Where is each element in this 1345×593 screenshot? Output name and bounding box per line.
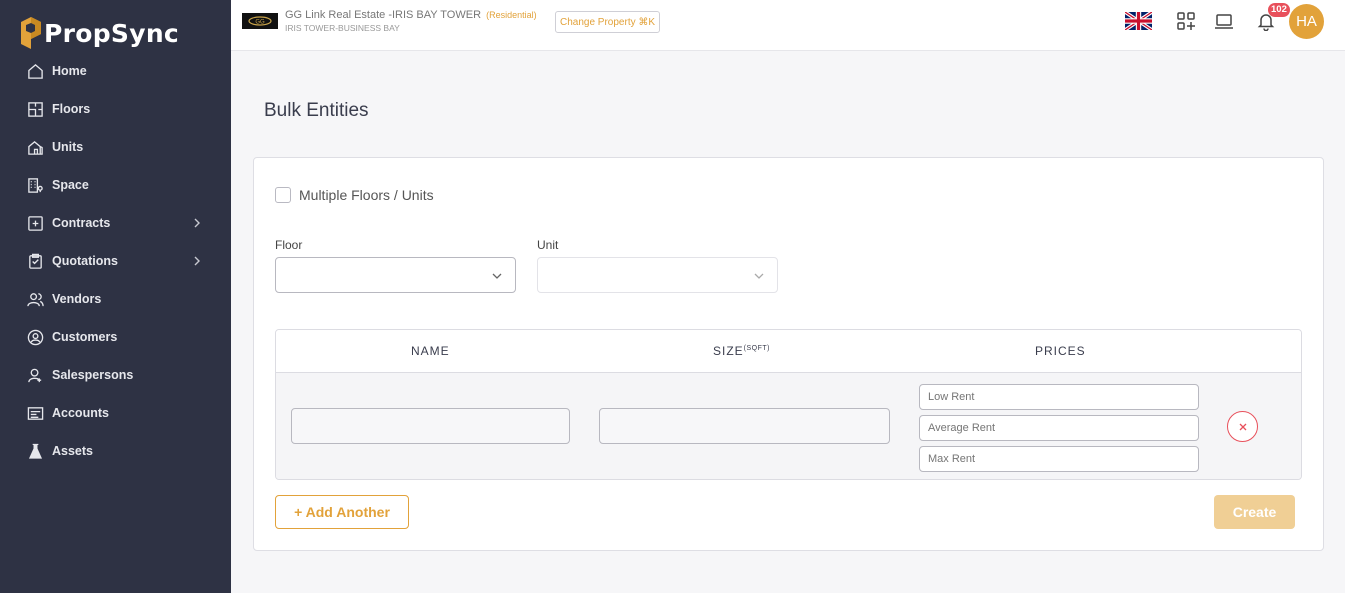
assets-icon [26,442,44,460]
contracts-icon [26,214,44,232]
sidebar-item-label: Vendors [52,292,102,306]
multiple-floors-units-checkbox[interactable] [275,187,291,203]
property-title: GG Link Real Estate -IRIS BAY TOWER (Res… [285,9,537,21]
sidebar-item-label: Accounts [52,406,109,420]
low-rent-input[interactable] [919,384,1199,410]
vendors-icon [26,290,44,308]
sidebar-item-assets[interactable]: Assets [0,432,231,470]
floor-label: Floor [275,238,303,252]
multiple-floors-units-label: Multiple Floors / Units [299,187,434,203]
app-name: PropSync [44,18,180,48]
sidebar-item-label: Salespersons [52,368,134,382]
average-rent-input[interactable] [919,415,1199,441]
add-another-button[interactable]: + Add Another [275,495,409,529]
floors-icon [26,100,44,118]
prices-column-header: PRICES [1035,344,1086,358]
property-subtitle: IRIS TOWER-BUSINESS BAY [285,23,400,33]
salespersons-icon [26,366,44,384]
svg-text:GG: GG [255,20,265,26]
laptop-icon[interactable] [1213,10,1235,32]
sidebar-item-accounts[interactable]: Accounts [0,394,231,432]
sidebar-item-label: Quotations [52,254,118,268]
quotations-icon [26,252,44,270]
remove-row-button[interactable] [1227,411,1258,442]
name-input[interactable] [291,408,570,444]
notification-badge: 102 [1268,3,1290,17]
sidebar-item-label: Home [52,64,87,78]
property-name: GG Link Real Estate -IRIS BAY TOWER [285,9,482,21]
size-column-header: SIZE(SQFT) [713,344,770,358]
customers-icon [26,328,44,346]
chevron-right-icon [194,218,200,228]
create-button[interactable]: Create [1214,495,1295,529]
property-logo: GG [242,13,278,29]
uk-flag-icon[interactable] [1125,12,1152,30]
table-row [276,373,1301,479]
change-property-button[interactable]: Change Property ⌘K [555,11,661,33]
sidebar-item-label: Contracts [52,216,111,230]
sidebar-item-salespersons[interactable]: Salespersons [0,356,231,394]
sidebar-item-quotations[interactable]: Quotations [0,242,231,280]
chevron-down-icon [754,273,764,279]
sidebar-item-space[interactable]: Space [0,166,231,204]
sidebar-item-label: Units [52,140,84,154]
size-unit: (SQFT) [743,345,770,352]
accounts-icon [26,404,44,422]
chevron-down-icon [492,273,502,279]
size-input[interactable] [599,408,890,444]
multiple-floors-units-option[interactable]: Multiple Floors / Units [275,187,434,203]
floor-select[interactable] [275,257,516,293]
sidebar-item-floors[interactable]: Floors [0,90,231,128]
sidebar-item-label: Assets [52,444,93,458]
sidebar-item-label: Customers [52,330,118,344]
sidebar-item-contracts[interactable]: Contracts [0,204,231,242]
unit-select[interactable] [537,257,778,293]
sidebar-item-label: Floors [52,102,91,116]
name-column-header: NAME [411,344,450,358]
property-logo-icon: GG [248,16,272,26]
page-title: Bulk Entities [264,100,369,121]
app-logo[interactable]: PropSync [18,16,179,50]
size-header-text: SIZE [713,344,744,358]
max-rent-input[interactable] [919,446,1199,472]
topbar: GG GG Link Real Estate -IRIS BAY TOWER (… [231,0,1345,51]
units-icon [26,138,44,156]
sidebar: PropSync Home Floors Units Space Contrac… [0,0,231,593]
unit-label: Unit [537,238,559,252]
sidebar-item-label: Space [52,178,89,192]
propsync-logo-icon [21,17,41,49]
property-type: (Residential) [486,10,537,20]
apps-grid-icon[interactable] [1175,10,1197,32]
close-icon [1239,423,1246,430]
sidebar-item-home[interactable]: Home [0,52,231,90]
chevron-right-icon [194,256,200,266]
sidebar-item-customers[interactable]: Customers [0,318,231,356]
sidebar-item-vendors[interactable]: Vendors [0,280,231,318]
bulk-entities-form: Multiple Floors / Units Floor Unit NAME … [253,157,1324,551]
space-icon [26,176,44,194]
entities-table: NAME SIZE(SQFT) PRICES [275,329,1302,480]
sidebar-nav: Home Floors Units Space Contracts Quotat… [0,52,231,470]
table-header: NAME SIZE(SQFT) PRICES [276,330,1301,373]
avatar[interactable]: HA [1289,4,1324,39]
sidebar-item-units[interactable]: Units [0,128,231,166]
home-icon [26,62,44,80]
